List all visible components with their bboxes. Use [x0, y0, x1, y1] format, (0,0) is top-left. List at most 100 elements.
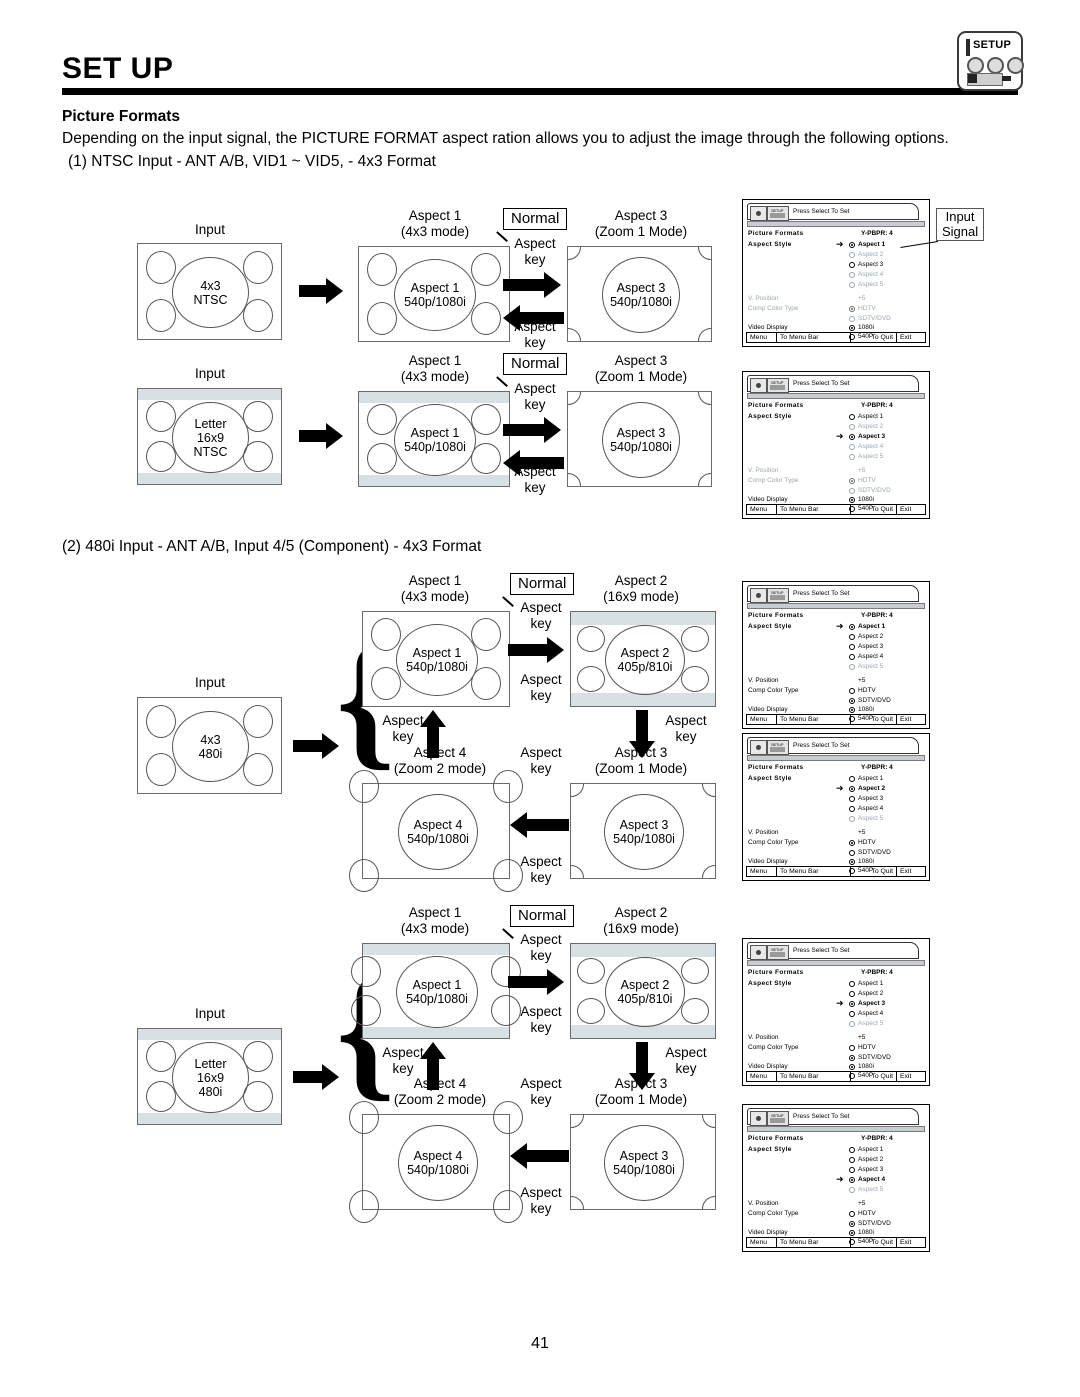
osd-option-aspect-3[interactable]: Aspect 3 [858, 1166, 883, 1173]
osd-radio-1080i[interactable] [849, 497, 855, 503]
osd-footer-exit[interactable]: Exit [897, 505, 925, 514]
osd-radio-aspect-1[interactable] [849, 242, 855, 248]
osd-footer-quit[interactable]: To Quit [851, 715, 897, 724]
osd-radio-aspect-1[interactable] [849, 624, 855, 630]
osd-radio-aspect-4[interactable] [849, 806, 855, 812]
osd-option-sdtv[interactable]: SDTV/DVD [858, 849, 891, 856]
osd-radio-aspect-4[interactable] [849, 654, 855, 660]
osd-radio-sdtv[interactable] [849, 1055, 855, 1061]
osd-footer-menubar[interactable]: To Menu Bar [777, 333, 851, 342]
osd-radio-aspect-2[interactable] [849, 1157, 855, 1163]
osd-footer-menu[interactable]: Menu [747, 1072, 777, 1081]
osd-option-sdtv[interactable]: SDTV/DVD [858, 1054, 891, 1061]
osd-footer-exit[interactable]: Exit [897, 333, 925, 342]
osd-option-aspect-1[interactable]: Aspect 1 [858, 775, 883, 782]
osd-option-aspect-4[interactable]: Aspect 4 [858, 443, 883, 450]
osd-radio-aspect-5[interactable] [849, 1187, 855, 1193]
osd-option-sdtv[interactable]: SDTV/DVD [858, 487, 891, 494]
osd-option-1080i[interactable]: 1080i [858, 706, 874, 713]
osd-option-hdtv[interactable]: HDTV [858, 839, 876, 846]
osd-radio-aspect-4[interactable] [849, 444, 855, 450]
osd-option-aspect-2[interactable]: Aspect 2 [858, 251, 883, 258]
osd-option-aspect-3[interactable]: Aspect 3 [858, 433, 885, 440]
osd-option-aspect-2[interactable]: Aspect 2 [858, 1156, 883, 1163]
osd-radio-aspect-3[interactable] [849, 796, 855, 802]
osd-radio-aspect-1[interactable] [849, 414, 855, 420]
osd-option-hdtv[interactable]: HDTV [858, 1044, 876, 1051]
osd-option-aspect-3[interactable]: Aspect 3 [858, 1000, 885, 1007]
osd-option-aspect-3[interactable]: Aspect 3 [858, 643, 883, 650]
osd-radio-aspect-1[interactable] [849, 981, 855, 987]
osd-radio-hdtv[interactable] [849, 688, 855, 694]
osd-option-1080i[interactable]: 1080i [858, 858, 874, 865]
osd-radio-aspect-2[interactable] [849, 424, 855, 430]
osd-option-1080i[interactable]: 1080i [858, 1229, 874, 1236]
osd-option-aspect-1[interactable]: Aspect 1 [858, 241, 885, 248]
osd-panel-3[interactable]: SETUP Press Select To Set Picture Formats Y… [742, 581, 930, 729]
osd-option-aspect-1[interactable]: Aspect 1 [858, 413, 883, 420]
osd-footer-menu[interactable]: Menu [747, 333, 777, 342]
osd-option-aspect-4[interactable]: Aspect 4 [858, 653, 883, 660]
osd-option-aspect-5[interactable]: Aspect 5 [858, 663, 883, 670]
osd-radio-sdtv[interactable] [849, 316, 855, 322]
osd-option-aspect-2[interactable]: Aspect 2 [858, 633, 883, 640]
osd-footer-quit[interactable]: To Quit [851, 505, 897, 514]
osd-option-aspect-1[interactable]: Aspect 1 [858, 980, 883, 987]
osd-panel-4[interactable]: SETUP Press Select To Set Picture Formats Y… [742, 733, 930, 881]
osd-radio-aspect-5[interactable] [849, 454, 855, 460]
osd-radio-aspect-5[interactable] [849, 282, 855, 288]
osd-option-hdtv[interactable]: HDTV [858, 477, 876, 484]
osd-footer-menubar[interactable]: To Menu Bar [777, 867, 851, 876]
osd-footer-exit[interactable]: Exit [897, 867, 925, 876]
osd-radio-1080i[interactable] [849, 325, 855, 331]
osd-option-1080i[interactable]: 1080i [858, 1063, 874, 1070]
osd-radio-aspect-1[interactable] [849, 776, 855, 782]
osd-option-aspect-4[interactable]: Aspect 4 [858, 1010, 883, 1017]
osd-footer-quit[interactable]: To Quit [851, 1238, 897, 1247]
osd-option-hdtv[interactable]: HDTV [858, 305, 876, 312]
osd-radio-sdtv[interactable] [849, 1221, 855, 1227]
osd-radio-1080i[interactable] [849, 1230, 855, 1236]
osd-footer-quit[interactable]: To Quit [851, 333, 897, 342]
osd-radio-aspect-3[interactable] [849, 644, 855, 650]
osd-footer-menubar[interactable]: To Menu Bar [777, 1072, 851, 1081]
osd-option-sdtv[interactable]: SDTV/DVD [858, 697, 891, 704]
osd-option-aspect-1[interactable]: Aspect 1 [858, 1146, 883, 1153]
osd-radio-aspect-4[interactable] [849, 272, 855, 278]
osd-radio-1080i[interactable] [849, 1064, 855, 1070]
osd-option-aspect-4[interactable]: Aspect 4 [858, 805, 883, 812]
osd-radio-aspect-5[interactable] [849, 664, 855, 670]
osd-option-1080i[interactable]: 1080i [858, 496, 874, 503]
osd-option-aspect-4[interactable]: Aspect 4 [858, 1176, 885, 1183]
osd-footer-menu[interactable]: Menu [747, 505, 777, 514]
osd-radio-aspect-5[interactable] [849, 1021, 855, 1027]
osd-option-aspect-2[interactable]: Aspect 2 [858, 785, 885, 792]
osd-radio-aspect-1[interactable] [849, 1147, 855, 1153]
osd-footer-menubar[interactable]: To Menu Bar [777, 1238, 851, 1247]
osd-footer-menubar[interactable]: To Menu Bar [777, 715, 851, 724]
osd-option-aspect-5[interactable]: Aspect 5 [858, 1020, 883, 1027]
osd-radio-sdtv[interactable] [849, 850, 855, 856]
osd-radio-aspect-2[interactable] [849, 991, 855, 997]
osd-footer-quit[interactable]: To Quit [851, 1072, 897, 1081]
osd-option-aspect-5[interactable]: Aspect 5 [858, 281, 883, 288]
osd-panel-6[interactable]: SETUP Press Select To Set Picture Formats Y… [742, 1104, 930, 1252]
osd-radio-aspect-3[interactable] [849, 1167, 855, 1173]
osd-footer-menu[interactable]: Menu [747, 1238, 777, 1247]
osd-option-aspect-5[interactable]: Aspect 5 [858, 815, 883, 822]
osd-footer-exit[interactable]: Exit [897, 1072, 925, 1081]
osd-option-aspect-3[interactable]: Aspect 3 [858, 261, 883, 268]
osd-radio-aspect-2[interactable] [849, 634, 855, 640]
osd-radio-aspect-5[interactable] [849, 816, 855, 822]
osd-radio-hdtv[interactable] [849, 1045, 855, 1051]
osd-option-aspect-1[interactable]: Aspect 1 [858, 623, 885, 630]
osd-footer-menubar[interactable]: To Menu Bar [777, 505, 851, 514]
osd-radio-hdtv[interactable] [849, 306, 855, 312]
osd-footer-menu[interactable]: Menu [747, 715, 777, 724]
osd-radio-hdtv[interactable] [849, 840, 855, 846]
osd-radio-aspect-3[interactable] [849, 434, 855, 440]
osd-radio-hdtv[interactable] [849, 1211, 855, 1217]
osd-option-hdtv[interactable]: HDTV [858, 1210, 876, 1217]
osd-radio-1080i[interactable] [849, 707, 855, 713]
osd-radio-hdtv[interactable] [849, 478, 855, 484]
